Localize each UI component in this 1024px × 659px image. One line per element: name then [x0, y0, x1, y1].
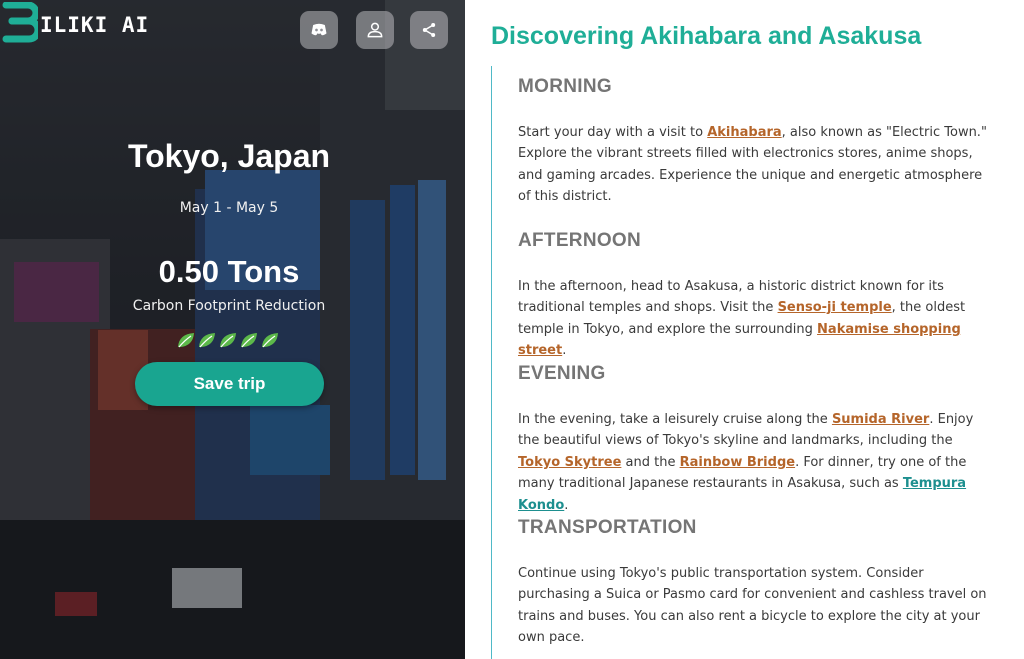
- section-heading: AFTERNOON: [518, 230, 642, 251]
- place-link[interactable]: Sumida River: [832, 412, 929, 427]
- trip-dates: May 1 - May 5: [179, 200, 279, 216]
- section-text: Continue using Tokyo's public transporta…: [518, 566, 987, 646]
- leaf-icon: [199, 333, 215, 348]
- section-transportation: TRANSPORTATION Continue using Tokyo's pu…: [518, 517, 998, 649]
- place-link[interactable]: Rainbow Bridge: [680, 455, 795, 470]
- section-heading: MORNING: [518, 76, 612, 97]
- profile-button[interactable]: [356, 11, 394, 49]
- section-heading: TRANSPORTATION: [518, 517, 697, 538]
- section-heading: EVENING: [518, 363, 606, 384]
- section-afternoon: AFTERNOON In the afternoon, head to Asak…: [518, 230, 998, 362]
- carbon-label: Carbon Footprint Reduction: [132, 298, 326, 314]
- leaf-icon: [178, 333, 194, 348]
- timeline-line: [491, 66, 492, 659]
- itinerary-panel: Discovering Akihabara and Asakusa MORNIN…: [465, 0, 1024, 659]
- brand-name: ILIKI AI: [40, 13, 150, 37]
- logo-mark-icon: [2, 1, 42, 44]
- user-icon: [367, 22, 383, 38]
- brand-logo[interactable]: ILIKI AI: [2, 1, 150, 44]
- destination-hero: ILIKI AI Tokyo, Japan May 1 - May 5 0.50…: [0, 0, 465, 659]
- carbon-value: 0.50 Tons: [158, 254, 300, 289]
- place-link[interactable]: Akihabara: [707, 125, 781, 140]
- section-text: In the evening, take a leisurely cruise …: [518, 412, 974, 513]
- itinerary-title: Discovering Akihabara and Asakusa: [491, 22, 922, 50]
- share-button[interactable]: [410, 11, 448, 49]
- save-trip-button[interactable]: Save trip: [135, 362, 324, 406]
- discord-icon: [311, 23, 327, 36]
- destination-title: Tokyo, Japan: [127, 138, 331, 174]
- discord-button[interactable]: [300, 11, 338, 49]
- leaf-icon: [220, 333, 236, 348]
- place-link[interactable]: Senso-ji temple: [778, 300, 892, 315]
- leaf-icon: [241, 333, 257, 348]
- section-morning: MORNING Start your day with a visit to A…: [518, 76, 998, 208]
- share-icon: [422, 23, 436, 37]
- leaf-icon: [262, 333, 278, 348]
- eco-rating: [176, 330, 280, 350]
- section-evening: EVENING In the evening, take a leisurely…: [518, 363, 998, 516]
- section-text: In the afternoon, head to Asakusa, a his…: [518, 279, 966, 359]
- place-link[interactable]: Tokyo Skytree: [518, 455, 621, 470]
- section-text: Start your day with a visit to Akihabara…: [518, 125, 987, 205]
- place-link[interactable]: Nakamise shopping street: [518, 322, 961, 358]
- place-link[interactable]: Tempura Kondo: [518, 476, 966, 512]
